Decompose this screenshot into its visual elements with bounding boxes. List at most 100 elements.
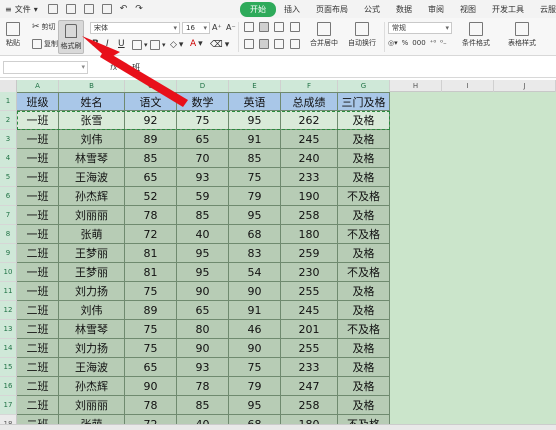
tab-1[interactable]: 插入 <box>276 2 308 17</box>
tab-4[interactable]: 数据 <box>388 2 420 17</box>
data-cell[interactable]: 二班 <box>17 339 59 358</box>
format-painter-button[interactable]: 格式刷 <box>58 20 84 54</box>
data-cell[interactable]: 81 <box>125 263 177 282</box>
data-cell[interactable]: 245 <box>281 130 338 149</box>
data-cell[interactable]: 及格 <box>338 339 390 358</box>
conditional-format-button[interactable]: 条件格式 <box>462 22 490 48</box>
data-cell[interactable]: 85 <box>229 149 281 168</box>
row-header[interactable]: 10 <box>0 263 17 282</box>
data-cell[interactable]: 二班 <box>17 301 59 320</box>
data-cell[interactable]: 78 <box>125 396 177 415</box>
data-cell[interactable]: 95 <box>229 396 281 415</box>
data-cell[interactable]: 及格 <box>338 130 390 149</box>
header-cell[interactable]: 班级 <box>17 92 59 111</box>
data-cell[interactable]: 180 <box>281 225 338 244</box>
empty-cells-area[interactable] <box>390 92 556 425</box>
data-cell[interactable]: 及格 <box>338 282 390 301</box>
data-cell[interactable]: 一班 <box>17 206 59 225</box>
data-cell[interactable]: 75 <box>125 320 177 339</box>
data-cell[interactable]: 90 <box>125 377 177 396</box>
align-center-icon[interactable] <box>259 39 269 49</box>
data-cell[interactable]: 75 <box>125 339 177 358</box>
data-cell[interactable]: 二班 <box>17 358 59 377</box>
data-cell[interactable]: 65 <box>177 301 229 320</box>
data-cell[interactable]: 90 <box>229 282 281 301</box>
tab-8[interactable]: 云服务 <box>532 2 556 17</box>
data-cell[interactable]: 54 <box>229 263 281 282</box>
data-cell[interactable]: 91 <box>229 301 281 320</box>
percent-button[interactable]: % <box>402 39 409 47</box>
undo-icon[interactable]: ↶ <box>120 4 128 14</box>
data-cell[interactable]: 95 <box>229 111 281 130</box>
grow-font-button[interactable]: A⁺ <box>212 23 222 32</box>
file-menu[interactable]: ≡ 文件 ▾ <box>0 4 42 15</box>
shrink-font-button[interactable]: A⁻ <box>226 23 236 32</box>
row-header[interactable]: 6 <box>0 187 17 206</box>
data-cell[interactable]: 78 <box>125 206 177 225</box>
data-cell[interactable]: 王梦丽 <box>59 263 125 282</box>
data-cell[interactable]: 一班 <box>17 111 59 130</box>
print-preview-icon[interactable] <box>83 4 94 14</box>
tab-7[interactable]: 开发工具 <box>484 2 532 17</box>
row-header[interactable]: 7 <box>0 206 17 225</box>
copy-button[interactable]: 复制 <box>32 39 58 49</box>
row-header[interactable]: 14 <box>0 339 17 358</box>
data-cell[interactable]: 245 <box>281 301 338 320</box>
data-cell[interactable]: 59 <box>177 187 229 206</box>
select-all-corner[interactable] <box>0 80 17 92</box>
bold-button[interactable]: B <box>92 39 99 49</box>
data-cell[interactable]: 255 <box>281 282 338 301</box>
data-cell[interactable]: 一班 <box>17 149 59 168</box>
data-cell[interactable]: 一班 <box>17 130 59 149</box>
data-cell[interactable]: 75 <box>229 358 281 377</box>
underline-button[interactable]: U <box>118 39 125 49</box>
align-middle-icon[interactable] <box>259 22 269 32</box>
cut-button[interactable]: ✂ 剪切 <box>32 22 56 32</box>
data-cell[interactable]: 及格 <box>338 377 390 396</box>
data-cell[interactable]: 刘力扬 <box>59 282 125 301</box>
data-cell[interactable]: 刘伟 <box>59 130 125 149</box>
row-header[interactable]: 8 <box>0 225 17 244</box>
data-cell[interactable]: 二班 <box>17 377 59 396</box>
data-cell[interactable]: 不及格 <box>338 263 390 282</box>
font-color-button[interactable]: A ▾ <box>190 39 203 49</box>
row-header[interactable]: 11 <box>0 282 17 301</box>
data-cell[interactable]: 90 <box>177 339 229 358</box>
row-header[interactable]: 1 <box>0 92 17 111</box>
data-cell[interactable]: 79 <box>229 377 281 396</box>
data-cell[interactable]: 78 <box>177 377 229 396</box>
tab-6[interactable]: 视图 <box>452 2 484 17</box>
data-cell[interactable]: 及格 <box>338 301 390 320</box>
data-cell[interactable]: 93 <box>177 358 229 377</box>
tab-5[interactable]: 审阅 <box>420 2 452 17</box>
data-cell[interactable]: 张雪 <box>59 111 125 130</box>
paste-button[interactable]: 粘贴 <box>6 22 20 48</box>
column-header-G[interactable]: G <box>338 80 390 92</box>
data-cell[interactable]: 二班 <box>17 320 59 339</box>
currency-icon[interactable]: ◎▾ <box>388 39 398 47</box>
data-cell[interactable]: 75 <box>177 111 229 130</box>
data-cell[interactable]: 201 <box>281 320 338 339</box>
save-icon[interactable] <box>47 4 58 14</box>
data-cell[interactable]: 及格 <box>338 244 390 263</box>
data-cell[interactable]: 233 <box>281 168 338 187</box>
merge-cells-button[interactable]: ▾ <box>150 40 166 50</box>
data-cell[interactable]: 王海波 <box>59 168 125 187</box>
data-cell[interactable]: 72 <box>125 225 177 244</box>
column-header-B[interactable]: B <box>59 80 125 92</box>
data-cell[interactable]: 不及格 <box>338 320 390 339</box>
data-cell[interactable]: 75 <box>229 168 281 187</box>
data-cell[interactable]: 68 <box>229 225 281 244</box>
data-cell[interactable]: 89 <box>125 130 177 149</box>
row-header[interactable]: 5 <box>0 168 17 187</box>
fill-color-button[interactable]: ◇ ▾ <box>170 40 183 50</box>
row-header[interactable]: 16 <box>0 377 17 396</box>
data-cell[interactable]: 一班 <box>17 187 59 206</box>
data-cell[interactable]: 及格 <box>338 149 390 168</box>
data-cell[interactable]: 刘丽丽 <box>59 206 125 225</box>
data-cell[interactable]: 不及格 <box>338 225 390 244</box>
data-cell[interactable]: 一班 <box>17 263 59 282</box>
border-button[interactable]: ▾ <box>132 40 148 50</box>
print-icon[interactable] <box>65 4 76 14</box>
data-cell[interactable]: 190 <box>281 187 338 206</box>
